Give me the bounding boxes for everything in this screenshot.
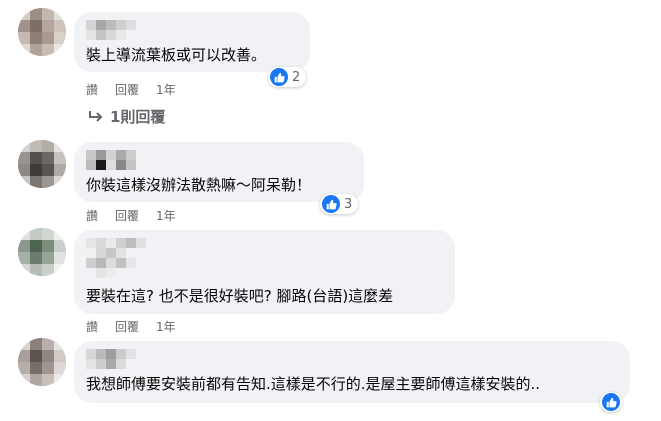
avatar[interactable] (18, 140, 66, 188)
reaction-count-text: 2 (292, 69, 301, 85)
comment-actions: 讚 回覆 1年 (86, 318, 176, 335)
commenter-name[interactable] (86, 20, 136, 40)
like-link[interactable]: 讚 (86, 318, 98, 335)
comment-bubble: 你裝這樣沒辦法散熱嘛～阿呆勒！ (74, 142, 364, 202)
reaction-count[interactable]: 3 (320, 194, 359, 214)
timestamp[interactable]: 1年 (156, 318, 176, 335)
replies-label: 1則回覆 (110, 108, 166, 126)
commenter-name[interactable] (86, 349, 136, 369)
commenter-name[interactable] (86, 150, 136, 170)
reply-link[interactable]: 回覆 (115, 318, 139, 335)
comment-bubble: 裝上導流葉板或可以改善。 (74, 12, 310, 72)
avatar[interactable] (18, 8, 66, 56)
timestamp[interactable]: 1年 (156, 207, 176, 224)
thumbs-up-icon (322, 195, 340, 213)
timestamp[interactable]: 1年 (156, 81, 176, 98)
commenter-name[interactable] (86, 238, 156, 278)
comment-text: 我想師傅要安裝前都有告知.這樣是不行的.是屋主要師傅這樣安裝的.. (86, 375, 541, 393)
like-link[interactable]: 讚 (86, 81, 98, 98)
like-link[interactable]: 讚 (86, 207, 98, 224)
thumbs-up-icon (602, 393, 620, 411)
avatar[interactable] (18, 338, 66, 386)
reply-link[interactable]: 回覆 (115, 207, 139, 224)
reaction-count-text: 3 (344, 196, 353, 212)
comment-bubble: 我想師傅要安裝前都有告知.這樣是不行的.是屋主要師傅這樣安裝的.. (74, 341, 630, 403)
reply-link[interactable]: 回覆 (115, 81, 139, 98)
comment-actions: 讚 回覆 1年 (86, 207, 176, 224)
comment-text: 要裝在這? 也不是很好裝吧? 腳路(台語)這麼差 (86, 287, 394, 305)
reaction-count[interactable]: 2 (268, 67, 307, 87)
view-replies[interactable]: 1則回覆 (88, 106, 165, 127)
comment-text: 裝上導流葉板或可以改善。 (86, 46, 267, 64)
reaction-count[interactable] (600, 392, 622, 412)
comment-bubble: 要裝在這? 也不是很好裝吧? 腳路(台語)這麼差 (74, 230, 455, 314)
comment-text: 你裝這樣沒辦法散熱嘛～阿呆勒！ (86, 176, 312, 194)
avatar[interactable] (18, 228, 66, 276)
thumbs-up-icon (270, 68, 288, 86)
reply-arrow-icon (89, 110, 103, 122)
comment-actions: 讚 回覆 1年 (86, 81, 176, 98)
